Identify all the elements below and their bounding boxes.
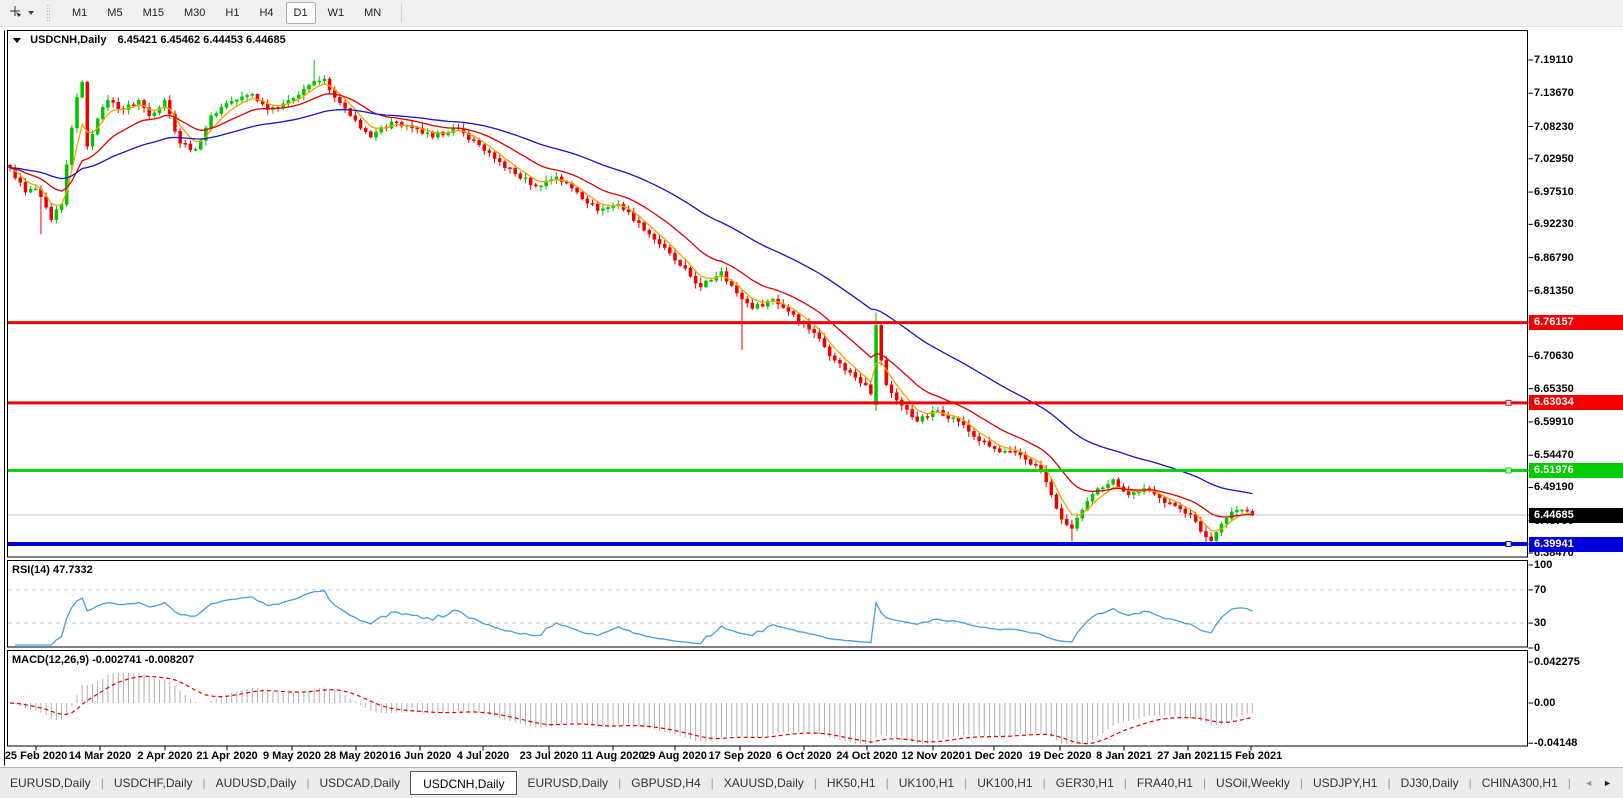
chart-ohlc-quote: 6.45421 6.45462 6.44453 6.44685 bbox=[117, 34, 286, 46]
chart-tab-audusd-daily[interactable]: AUDUSD,Daily bbox=[206, 772, 307, 794]
chart-tab-uk100-h1[interactable]: UK100,H1 bbox=[889, 772, 964, 794]
price-badge: 6.39941 bbox=[1529, 536, 1623, 552]
date-axis-label: 19 Dec 2020 bbox=[1028, 750, 1092, 762]
price-badge: 6.63034 bbox=[1529, 395, 1623, 411]
date-axis-label: 14 Mar 2020 bbox=[68, 750, 132, 762]
tab-scroll-left-icon[interactable]: ◄ bbox=[1579, 778, 1598, 788]
panel-border bbox=[7, 30, 1528, 558]
chart-tab-dj30-daily[interactable]: DJ30,Daily bbox=[1391, 772, 1469, 794]
macd-histogram bbox=[14, 672, 1253, 744]
price-axis-label: 6.97510 bbox=[1534, 186, 1574, 199]
rsi-axis-label: 70 bbox=[1534, 583, 1547, 596]
price-axis-label: 7.19110 bbox=[1534, 54, 1574, 66]
rsi-indicator-label: RSI(14) 47.7332 bbox=[12, 564, 93, 576]
ma-medium-line bbox=[9, 93, 1253, 518]
chart-tab-usoil-weekly[interactable]: USOil,Weekly bbox=[1206, 772, 1300, 794]
price-badge: 6.76157 bbox=[1529, 315, 1623, 331]
chart-tab-usdcad-daily[interactable]: USDCAD,Daily bbox=[309, 772, 410, 794]
rsi-axis-label: 100 bbox=[1534, 559, 1553, 571]
price-axis-label: 7.13670 bbox=[1534, 87, 1574, 100]
date-axis-label: 15 Feb 2021 bbox=[1219, 750, 1283, 762]
chart-tab-hk50-h1[interactable]: HK50,H1 bbox=[817, 772, 886, 794]
panel-border bbox=[7, 560, 1528, 648]
rsi-axis-label: 30 bbox=[1534, 617, 1547, 630]
price-badge: 6.44685 bbox=[1529, 507, 1623, 523]
tab-scroll-right-icon[interactable]: ► bbox=[1598, 778, 1617, 788]
chart-tab-u[interactable]: U bbox=[1571, 772, 1579, 794]
price-axis-label: 6.92230 bbox=[1534, 218, 1574, 231]
price-axis-label: 6.54470 bbox=[1534, 449, 1574, 462]
chart-tab-gbpusd-h4[interactable]: GBPUSD,H4 bbox=[621, 772, 710, 794]
line-drag-handle[interactable] bbox=[1505, 399, 1512, 406]
chart-tab-eurusd-daily[interactable]: EURUSD,Daily bbox=[0, 772, 101, 794]
chart-tabs: EURUSD,Daily | USDCHF,Daily | AUDUSD,Daily | U… bbox=[0, 771, 1579, 795]
tab-scroll-arrows: ◄ ► bbox=[1579, 778, 1623, 788]
macd-indicator-label: MACD(12,26,9) -0.002741 -0.008207 bbox=[12, 654, 195, 666]
date-axis-label: 1 Dec 2020 bbox=[965, 750, 1023, 762]
date-axis-label: 27 Jan 2021 bbox=[1157, 750, 1219, 762]
date-axis-label: 9 May 2020 bbox=[262, 750, 322, 762]
date-axis-label: 25 Feb 2020 bbox=[4, 750, 68, 762]
date-axis-label: 8 Jan 2021 bbox=[1096, 750, 1152, 762]
date-axis-label: 21 Apr 2020 bbox=[196, 750, 258, 762]
price-axis-label: 6.70630 bbox=[1534, 350, 1574, 363]
date-axis-label: 24 Oct 2020 bbox=[836, 750, 898, 762]
price-axis-label: 7.02950 bbox=[1534, 152, 1574, 165]
chart-tab-xauusd-daily[interactable]: XAUUSD,Daily bbox=[714, 772, 814, 794]
macd-axis-label: 0.042275 bbox=[1534, 655, 1580, 668]
macd-axis-label: -0.04148 bbox=[1534, 737, 1578, 750]
rsi-line bbox=[15, 589, 1253, 646]
chart-canvas[interactable] bbox=[0, 0, 1623, 768]
price-badge: 6.51976 bbox=[1529, 462, 1623, 478]
chart-tab-fra40-h1[interactable]: FRA40,H1 bbox=[1127, 772, 1203, 794]
date-axis-label: 12 Nov 2020 bbox=[901, 750, 965, 762]
rsi-axis-label: 0 bbox=[1534, 642, 1541, 654]
date-axis-label: 6 Oct 2020 bbox=[776, 750, 832, 762]
price-axis-label: 6.59910 bbox=[1534, 415, 1574, 428]
chart-tab-usdjpy-h1[interactable]: USDJPY,H1 bbox=[1303, 772, 1387, 794]
chart-tabbar: EURUSD,Daily | USDCHF,Daily | AUDUSD,Daily | U… bbox=[0, 767, 1623, 798]
chart-title: USDCNH,Daily 6.45421 6.45462 6.44453 6.4… bbox=[13, 34, 286, 46]
chart-tab-usdchf-daily[interactable]: USDCHF,Daily bbox=[104, 772, 203, 794]
macd-signal-line bbox=[9, 675, 1253, 745]
chart-tab-ger30-h1[interactable]: GER30,H1 bbox=[1046, 772, 1124, 794]
date-axis-label: 2 Apr 2020 bbox=[137, 750, 193, 762]
date-axis-label: 16 Jun 2020 bbox=[388, 750, 452, 762]
chart-tab-uk100-h1[interactable]: UK100,H1 bbox=[967, 772, 1042, 794]
price-axis-label: 6.86790 bbox=[1534, 251, 1574, 264]
date-axis-label: 29 Aug 2020 bbox=[643, 750, 707, 762]
date-axis-label: 17 Sep 2020 bbox=[708, 750, 772, 762]
chart-tab-china300-h1[interactable]: CHINA300,H1 bbox=[1472, 772, 1568, 794]
price-axis-label: 6.81350 bbox=[1534, 284, 1574, 297]
price-axis-label: 7.08230 bbox=[1534, 120, 1574, 133]
date-axis-label: 11 Aug 2020 bbox=[581, 750, 645, 762]
price-axis-label: 6.49190 bbox=[1534, 481, 1574, 494]
chart-symbol: USDCNH,Daily bbox=[30, 34, 107, 46]
date-axis-label: 28 May 2020 bbox=[323, 750, 389, 762]
date-axis-label: 23 Jul 2020 bbox=[519, 750, 579, 762]
macd-axis-label: 0.00 bbox=[1534, 697, 1556, 709]
price-axis-label: 6.65350 bbox=[1534, 382, 1574, 395]
symbol-dropdown-icon[interactable] bbox=[13, 38, 21, 43]
chart-tab-eurusd-daily[interactable]: EURUSD,Daily bbox=[517, 772, 618, 794]
ma-fast-line bbox=[9, 82, 1253, 532]
chart-tab-usdcnh-daily[interactable]: USDCNH,Daily bbox=[410, 771, 518, 795]
date-axis-label: 4 Jul 2020 bbox=[456, 750, 510, 762]
ma-slow-line bbox=[9, 109, 1253, 495]
line-drag-handle[interactable] bbox=[1505, 541, 1512, 548]
line-drag-handle[interactable] bbox=[1505, 467, 1512, 474]
